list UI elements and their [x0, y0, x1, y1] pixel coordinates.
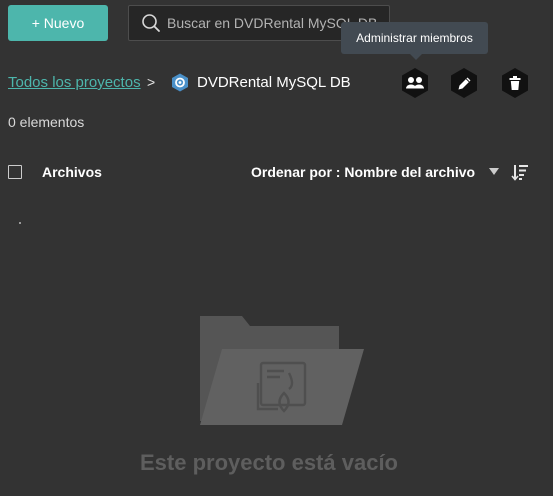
sort-by-dropdown[interactable]: Ordenar por : Nombre del archivo — [251, 164, 475, 180]
empty-folder-icon — [196, 313, 368, 430]
members-icon — [402, 68, 428, 98]
project-hex-icon — [171, 73, 189, 97]
select-all-checkbox[interactable] — [8, 165, 22, 179]
pencil-icon — [451, 68, 477, 98]
chevron-down-icon[interactable] — [489, 168, 499, 175]
manage-members-button[interactable] — [400, 67, 430, 99]
trash-icon — [502, 68, 528, 98]
list-placeholder-dot — [19, 222, 21, 224]
delete-project-button[interactable] — [500, 67, 530, 99]
files-column-header: Archivos — [42, 164, 102, 180]
project-title: DVDRental MySQL DB — [197, 74, 351, 91]
tooltip-text: Administrar miembros — [356, 31, 473, 45]
project-files-page: + Nuevo Administrar miembros Todos los p… — [0, 0, 553, 496]
manage-members-tooltip: Administrar miembros — [341, 22, 488, 54]
search-icon — [142, 14, 160, 32]
new-button[interactable]: + Nuevo — [8, 5, 108, 41]
sort-direction-icon[interactable] — [511, 163, 529, 186]
breadcrumb-all-projects-link[interactable]: Todos los proyectos — [8, 74, 141, 91]
breadcrumb-separator: > — [147, 74, 156, 90]
empty-state-message: Este proyecto está vacío — [139, 450, 398, 475]
item-count: 0 elementos — [8, 114, 85, 130]
tooltip-arrow — [410, 54, 422, 60]
edit-project-button[interactable] — [449, 67, 479, 99]
